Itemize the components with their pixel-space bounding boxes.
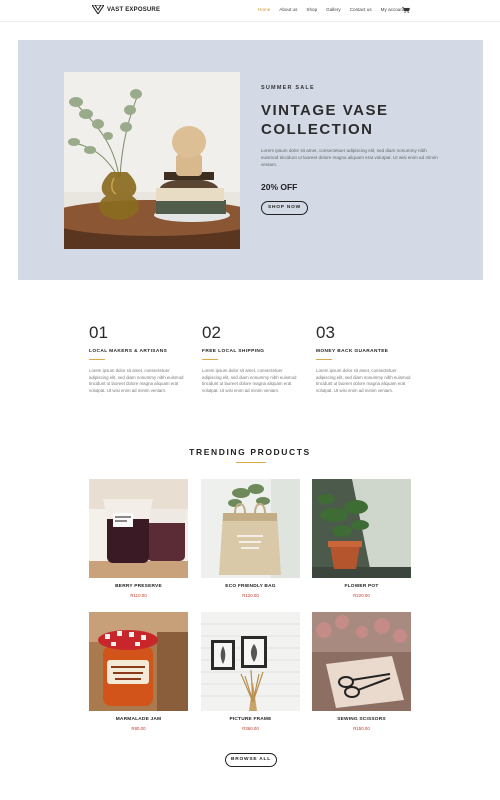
feature-number: 03: [316, 323, 335, 342]
hero-eyebrow: SUMMER SALE: [261, 85, 315, 91]
product-card[interactable]: ECO FRIENDLY BAG R120.00: [201, 479, 300, 598]
product-price: R220.00: [353, 593, 370, 598]
product-card[interactable]: PICTURE FRAME R360.00: [201, 612, 300, 731]
product-image[interactable]: [201, 479, 300, 578]
feature-divider: [89, 359, 105, 360]
product-card[interactable]: FLOWER POT R220.00: [312, 479, 411, 598]
nav-gallery[interactable]: Gallery: [326, 7, 341, 12]
hero-body: Lorem ipsum dolor sit amet, consectetuer…: [261, 148, 438, 167]
nav-contact-us[interactable]: Contact us: [350, 7, 372, 12]
feature-number: 01: [89, 323, 108, 342]
product-card[interactable]: BERRY PRESERVE R110.00: [89, 479, 188, 598]
feature-title: FREE LOCAL SHIPPING: [202, 349, 265, 354]
logo-text: VAST EXPOSURE: [107, 6, 161, 13]
product-name[interactable]: BERRY PRESERVE: [89, 584, 188, 589]
hero-image: [64, 72, 240, 249]
hero-discount: 20% OFF: [261, 182, 298, 192]
feature-divider: [316, 359, 332, 360]
product-name[interactable]: PICTURE FRAME: [201, 717, 300, 722]
hero-title: VINTAGE VASE COLLECTION: [261, 102, 389, 138]
feature-body: Lorem ipsum dolor sit amet, consectetuer…: [202, 368, 297, 393]
product-image[interactable]: [201, 612, 300, 711]
site-header: VAST EXPOSURE Home About us Shop Gallery…: [0, 0, 500, 22]
product-image[interactable]: [89, 479, 188, 578]
product-price: R360.00: [242, 726, 259, 731]
nav-about-us[interactable]: About us: [279, 7, 297, 12]
product-price: R150.00: [353, 726, 370, 731]
feature-divider: [202, 359, 218, 360]
product-name[interactable]: ECO FRIENDLY BAG: [201, 584, 300, 589]
product-name[interactable]: FLOWER POT: [312, 584, 411, 589]
product-image[interactable]: [312, 612, 411, 711]
shop-now-button[interactable]: SHOP NOW: [261, 201, 308, 215]
feature-free-shipping: 02 FREE LOCAL SHIPPING Lorem ipsum dolor…: [202, 323, 302, 394]
product-name[interactable]: MARMALADE JAM: [89, 717, 188, 722]
product-card[interactable]: SEWING SCISSORS R150.00: [312, 612, 411, 731]
feature-number: 02: [202, 323, 221, 342]
nav-my-account[interactable]: My account: [381, 7, 405, 12]
logo-icon: [92, 5, 104, 14]
feature-local-makers: 01 LOCAL MAKERS & ARTISANS Lorem ipsum d…: [89, 323, 189, 394]
product-price: R120.00: [242, 593, 259, 598]
trending-divider: [236, 462, 266, 463]
feature-title: LOCAL MAKERS & ARTISANS: [89, 349, 168, 354]
nav-home[interactable]: Home: [258, 7, 270, 12]
site-logo[interactable]: VAST EXPOSURE: [92, 5, 160, 14]
product-price: R110.00: [130, 593, 147, 598]
cart-icon[interactable]: [402, 7, 410, 13]
feature-title: MONEY BACK GUARANTEE: [316, 349, 389, 354]
product-image[interactable]: [312, 479, 411, 578]
feature-body: Lorem ipsum dolor sit amet, consectetuer…: [316, 368, 411, 393]
trending-title: TRENDING PRODUCTS: [189, 447, 311, 457]
feature-money-back: 03 MONEY BACK GUARANTEE Lorem ipsum dolo…: [316, 323, 416, 394]
product-card[interactable]: MARMALADE JAM R80.00: [89, 612, 188, 731]
browse-all-button[interactable]: BROWSE ALL: [225, 753, 277, 767]
product-price: R80.00: [131, 726, 146, 731]
main-nav: Home About us Shop Gallery Contact us My…: [258, 7, 404, 12]
product-image[interactable]: [89, 612, 188, 711]
product-name[interactable]: SEWING SCISSORS: [312, 717, 411, 722]
nav-shop[interactable]: Shop: [306, 7, 317, 12]
feature-body: Lorem ipsum dolor sit amet, consectetuer…: [89, 368, 184, 393]
